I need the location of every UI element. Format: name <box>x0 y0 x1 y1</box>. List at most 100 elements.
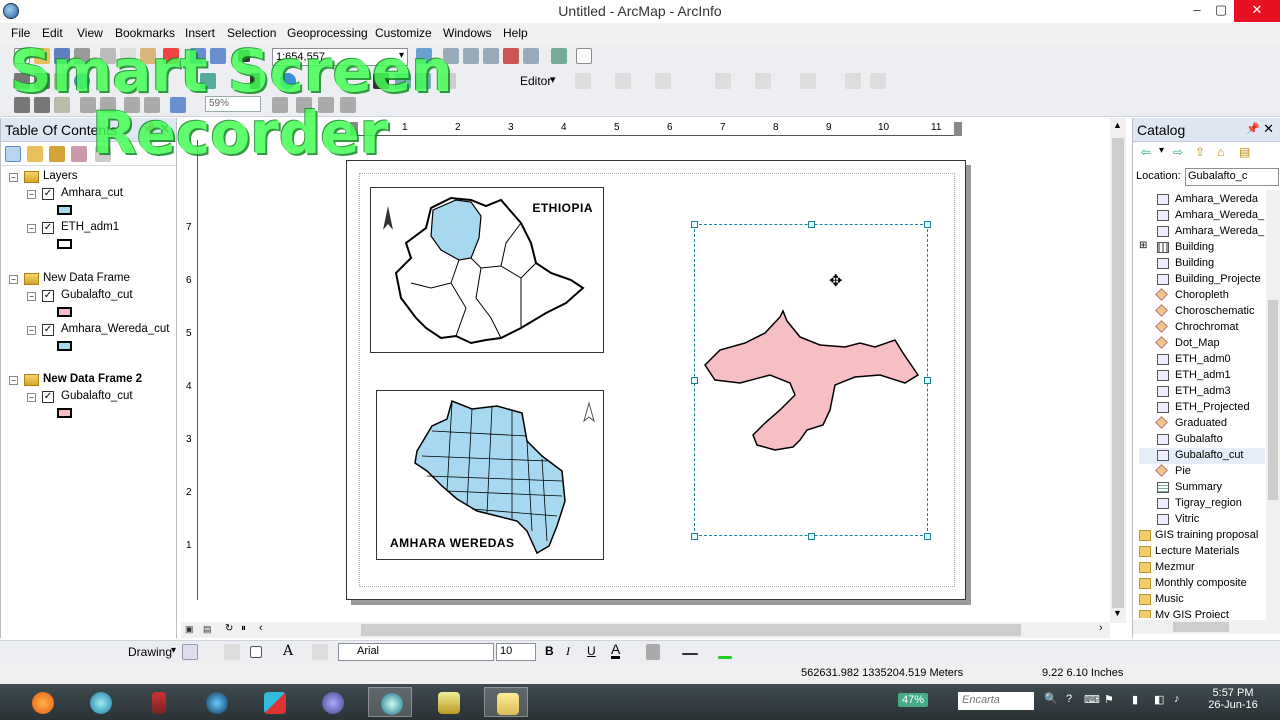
delete-icon[interactable] <box>163 48 179 64</box>
rectangle-icon[interactable] <box>250 646 262 658</box>
layout-zoom-out-icon[interactable] <box>34 97 50 113</box>
python-window-icon[interactable] <box>523 48 539 64</box>
redo-icon[interactable] <box>210 48 226 64</box>
data-driven-pages-icon[interactable] <box>340 97 356 113</box>
data-frame-new-2[interactable]: New Data Frame 2 <box>43 373 142 385</box>
connect-folder-icon[interactable]: ▤ <box>1239 145 1250 159</box>
layer-symbol[interactable] <box>57 408 72 418</box>
amhara-data-frame[interactable]: AMHARA WEREDAS <box>376 390 604 560</box>
cut-icon[interactable] <box>100 48 116 64</box>
zoom-to-selected-icon[interactable] <box>224 644 240 660</box>
globe-app-taskbar[interactable] <box>194 687 238 717</box>
menu-insert[interactable]: Insert <box>185 26 215 40</box>
marker-color-icon[interactable] <box>718 656 732 659</box>
layout-vertical-scrollbar[interactable]: ▲ ▼ <box>1110 118 1126 623</box>
focus-data-frame-icon[interactable] <box>296 97 312 113</box>
back-arrow-icon[interactable]: ⇦ <box>1141 145 1151 159</box>
bold-button[interactable]: B <box>545 644 554 658</box>
up-one-level-icon[interactable]: ⇧ <box>1195 145 1205 159</box>
add-data-icon[interactable] <box>238 50 250 62</box>
italic-button[interactable]: I <box>566 644 570 659</box>
maximize-button[interactable]: ▢ <box>1205 0 1237 22</box>
underline-button[interactable]: U <box>587 644 596 658</box>
change-layout-icon[interactable] <box>318 97 334 113</box>
layer-amhara-cut[interactable]: Amhara_cut <box>61 187 123 199</box>
collapse-icon[interactable]: − <box>27 224 36 233</box>
font-size-dropdown[interactable]: 10 <box>496 643 536 661</box>
layer-eth-adm1[interactable]: ETH_adm1 <box>61 221 119 233</box>
volume-icon[interactable]: ♪ <box>1174 693 1180 705</box>
select-elements-icon[interactable] <box>250 73 260 89</box>
data-frame-layers[interactable]: Layers <box>43 170 78 182</box>
scrollbar-thumb[interactable] <box>1268 300 1278 500</box>
create-features-icon[interactable] <box>870 73 886 89</box>
menu-selection[interactable]: Selection <box>227 26 276 40</box>
close-icon[interactable]: ✕ <box>1263 121 1274 137</box>
battery-indicator[interactable]: 47% <box>898 693 929 707</box>
toc-window-icon[interactable] <box>443 48 459 64</box>
zoom-whole-page-icon[interactable] <box>80 97 96 113</box>
catalog-scrollbar[interactable] <box>1266 190 1280 620</box>
editor-dropdown[interactable]: Editor <box>520 74 551 88</box>
straight-segment-icon[interactable] <box>615 73 631 89</box>
save-icon[interactable] <box>54 48 70 64</box>
help-icon[interactable] <box>576 48 592 64</box>
search-window-icon[interactable] <box>483 48 499 64</box>
trace-icon[interactable] <box>655 73 671 89</box>
fill-color-icon[interactable] <box>646 644 660 660</box>
pin-icon[interactable]: 📌 <box>1246 122 1260 135</box>
menu-bookmarks[interactable]: Bookmarks <box>115 26 175 40</box>
editor-dropdown-arrow[interactable]: ▾ <box>550 73 556 86</box>
rotate-icon[interactable] <box>203 644 219 660</box>
select-features-icon[interactable] <box>200 73 216 89</box>
measure-icon[interactable] <box>415 73 431 89</box>
list-by-drawing-order-icon[interactable] <box>5 146 21 162</box>
zoom-100-icon[interactable] <box>100 97 116 113</box>
new-document-icon[interactable] <box>14 48 30 64</box>
paste-icon[interactable] <box>140 48 156 64</box>
options-icon[interactable] <box>95 146 111 162</box>
hyperlink-icon[interactable] <box>440 73 456 89</box>
collapse-icon[interactable]: − <box>9 275 18 284</box>
close-icon[interactable]: ✕ <box>159 121 170 137</box>
font-dropdown[interactable]: Arial <box>338 643 494 661</box>
editor-app-taskbar[interactable] <box>252 687 296 717</box>
layer-symbol[interactable] <box>57 239 72 249</box>
pin-icon[interactable]: 📌 <box>142 122 156 135</box>
menu-view[interactable]: View <box>77 26 103 40</box>
power-icon[interactable]: ▮ <box>1132 693 1138 706</box>
resize-handle[interactable] <box>691 377 698 384</box>
scroll-left-icon[interactable]: ‹ <box>259 622 263 634</box>
list-by-visibility-icon[interactable] <box>49 146 65 162</box>
line-color-icon[interactable] <box>682 653 698 655</box>
editor-toolbar-icon[interactable] <box>416 48 432 64</box>
layer-visibility-checkbox[interactable]: ✓ <box>42 188 54 200</box>
close-button[interactable]: ✕ <box>1234 0 1280 22</box>
list-by-source-icon[interactable] <box>27 146 43 162</box>
layout-pan-icon[interactable] <box>54 97 70 113</box>
help-tray-icon[interactable]: ? <box>1066 693 1072 705</box>
catalog-hscroll[interactable] <box>1133 620 1280 634</box>
menu-windows[interactable]: Windows <box>443 26 492 40</box>
text-icon[interactable]: A <box>283 643 293 659</box>
home-icon[interactable]: ⌂ <box>1217 145 1224 159</box>
scroll-right-icon[interactable]: › <box>1099 622 1103 634</box>
collapse-icon[interactable]: − <box>27 326 36 335</box>
collapse-icon[interactable]: − <box>9 173 18 182</box>
previous-extent-icon[interactable] <box>170 97 186 113</box>
layer-symbol[interactable] <box>57 205 72 215</box>
catalog-item-selected[interactable]: Gubalafto_cut <box>1139 448 1265 464</box>
clock[interactable]: 5:57 PM 26-Jun-16 <box>1208 687 1258 711</box>
catalog-window-icon[interactable] <box>463 48 479 64</box>
resize-handle[interactable] <box>808 221 815 228</box>
fixed-zoom-out-icon[interactable] <box>144 97 160 113</box>
layout-zoom-dropdown[interactable]: 59% <box>205 96 261 112</box>
refresh-icon[interactable]: ↻ <box>225 623 233 634</box>
pause-drawing-icon[interactable]: ⏸ <box>241 623 246 634</box>
menu-geoprocessing[interactable]: Geoprocessing <box>287 26 368 40</box>
layer-visibility-checkbox[interactable]: ✓ <box>42 290 54 302</box>
layer-symbol[interactable] <box>57 341 72 351</box>
drawing-dropdown-icon[interactable]: ▾ <box>171 645 176 656</box>
menu-help[interactable]: Help <box>503 26 528 40</box>
scroll-up-icon[interactable]: ▲ <box>1113 120 1122 130</box>
